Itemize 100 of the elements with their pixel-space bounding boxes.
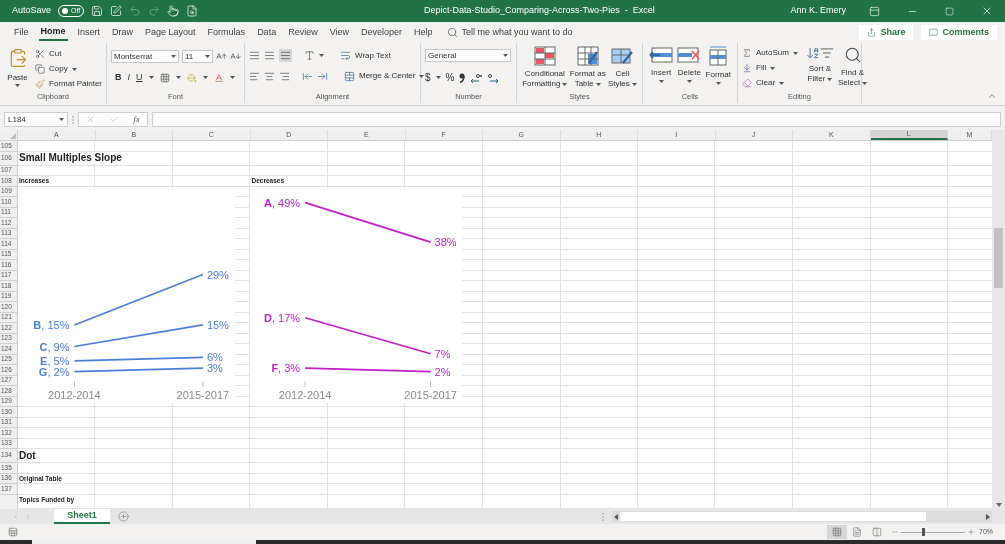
bottom-align-icon[interactable] [279,49,292,62]
caret-icon [595,82,601,86]
font-select[interactable]: Montserrat [111,50,179,63]
menu-tab[interactable]: Draw [110,24,136,41]
share-button[interactable]: Share [859,25,914,40]
scroll-thumb[interactable] [620,512,926,521]
menu-tab[interactable]: Formulas [205,24,248,41]
format-cells-icon [708,46,729,66]
enter-icon [109,115,119,124]
paste-button[interactable]: Paste [4,46,32,87]
print-preview-icon [186,5,199,17]
autosum-button[interactable]: AutoSum [742,47,798,59]
view-button[interactable] [827,525,847,539]
caret-icon [658,80,664,83]
caret-icon [319,54,324,57]
clear-button[interactable]: Clear [742,77,798,89]
sigma-icon [742,48,752,58]
caret-icon [435,76,441,79]
font-size-select[interactable]: 11 [182,50,213,63]
borders-icon [159,72,170,83]
percent-button[interactable]: % [445,70,455,85]
cells-button[interactable]: Insert [649,46,674,85]
scroll-right-icon[interactable] [986,513,990,520]
decrease-indent-icon [302,70,313,82]
search-icon [843,46,862,64]
menu-tab[interactable]: Page Layout [143,24,198,41]
zoom-slider[interactable] [901,527,965,537]
merge-center-button[interactable]: Merge & Center [344,70,425,82]
align-right-icon [279,70,290,82]
previous-sheet-icon [12,512,20,521]
paintbrush-icon [35,79,46,89]
select-all-icon[interactable] [10,133,16,139]
search-icon [446,27,458,38]
scroll-down-icon[interactable] [995,503,1002,507]
data-label: 15% [206,318,229,332]
currency-button[interactable]: $ [425,70,431,85]
caret-icon [419,74,425,78]
sheet-tab[interactable]: Sheet1 [54,509,110,524]
vertical-scrollbar[interactable] [992,130,1005,509]
data-label: D, 17% [264,311,301,325]
menu-tab[interactable]: Developer [359,24,405,41]
zoom-thumb[interactable] [921,528,925,536]
menu-tab[interactable]: Review [286,24,320,41]
caret-icon [503,54,508,57]
cells-button[interactable]: Delete [677,46,702,85]
cells-button[interactable]: Format [705,46,731,85]
data-label: A, 49% [264,196,301,210]
data-label: B, 15% [33,318,70,332]
number-format-select[interactable]: General [425,49,511,62]
formula-field[interactable] [152,112,1001,127]
caret-icon [148,76,154,80]
scroll-thumb[interactable] [994,227,1003,288]
styles-button[interactable]: Format as Table [569,46,606,89]
fill-color-icon [186,72,197,83]
edit-icon [110,5,123,17]
italic-button[interactable]: I [127,71,130,85]
search-field[interactable]: Tell me what you want to do [446,25,647,40]
bold-button[interactable]: B [115,71,122,85]
find-select-button[interactable]: Find & Select [837,46,868,88]
menu-tab[interactable]: Data [255,24,279,41]
caret-icon [686,80,692,83]
scroll-left-icon[interactable] [614,513,618,520]
fill-button[interactable]: Fill [742,62,798,74]
styles-button[interactable]: Conditional Formatting [522,46,568,89]
styles-button[interactable]: Cell Styles [608,46,637,89]
data-label: F, 3% [271,361,301,375]
comments-button[interactable]: Comments [921,25,997,40]
caret-icon [202,76,208,80]
underline-button[interactable]: U [136,71,143,85]
sort-filter-button[interactable]: Sort & Filter [805,46,834,84]
save-icon [91,5,104,17]
menu-tab[interactable]: File [12,24,31,41]
filter-icon [819,46,834,60]
insert-function-button[interactable]: fx [133,112,140,127]
decrease-decimal-icon [487,72,500,83]
menu-tab[interactable]: Insert [75,24,103,41]
menu-tab[interactable]: Home [38,24,68,41]
wrap-text-button[interactable]: Wrap Text [340,49,391,62]
next-sheet-icon [24,512,32,521]
name-box[interactable]: L184 [4,112,68,127]
fill-down-icon [742,63,752,73]
scissors-icon [35,49,46,59]
eraser-icon [742,78,752,88]
restore-icon [945,6,954,16]
category-label: 2012-2014 [278,387,332,403]
merge-icon [344,70,355,82]
cut-button[interactable]: Cut [35,48,102,60]
copy-icon [35,64,46,74]
caret-icon [715,82,721,85]
menu-tab[interactable]: Help [412,24,435,41]
comment-icon [929,28,939,37]
menu-tab[interactable]: View [327,24,351,41]
copy-button[interactable]: Copy [35,63,102,75]
caret-icon [792,51,798,55]
format-painter-button[interactable]: Format Painter [35,78,102,90]
page-layout-icon [852,527,862,537]
ribbon-options-icon [869,5,880,17]
align-center-icon [264,70,275,82]
horizontal-scrollbar[interactable] [612,511,992,522]
sort-icon [805,46,820,60]
